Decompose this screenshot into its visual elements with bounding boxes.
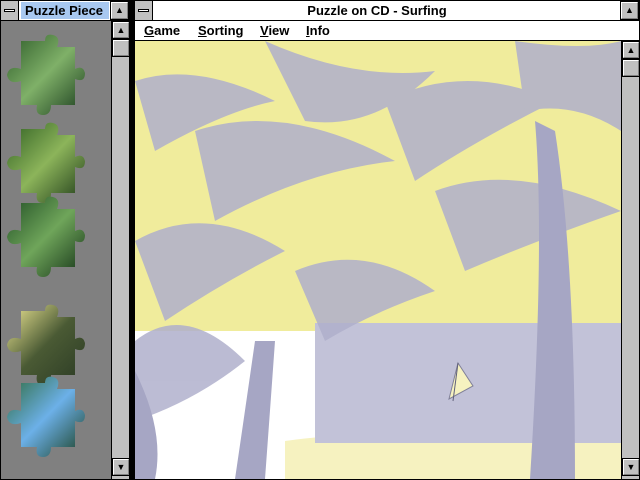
pieces-vertical-scrollbar[interactable]: ▲ ▼ <box>111 21 130 479</box>
puzzle-image <box>135 41 621 479</box>
menu-sorting-accel: S <box>198 23 207 38</box>
menu-info-rest: nfo <box>309 23 330 38</box>
main-scroll-down-button[interactable]: ▼ <box>622 458 640 476</box>
pieces-tray <box>1 21 111 461</box>
puzzle-board[interactable] <box>135 41 621 479</box>
scroll-up-icon: ▲ <box>626 45 636 55</box>
pieces-titlebar[interactable]: Puzzle Piece ▲ <box>1 1 129 21</box>
scroll-up-icon: ▲ <box>116 25 126 35</box>
pieces-window-title: Puzzle Piece <box>25 3 104 18</box>
menu-sorting[interactable]: Sorting <box>198 23 244 38</box>
menu-sorting-rest: orting <box>206 23 244 38</box>
main-scroll-thumb[interactable] <box>622 59 640 77</box>
scroll-down-icon: ▼ <box>626 462 636 472</box>
maximize-icon: ▲ <box>625 5 634 15</box>
menu-game-rest: ame <box>154 23 181 38</box>
pieces-svg <box>7 34 85 457</box>
pieces-scroll-up-button[interactable]: ▲ <box>112 21 130 39</box>
main-titlebar[interactable]: Puzzle on CD - Surfing ▲ <box>135 1 639 21</box>
main-maximize-button[interactable]: ▲ <box>620 1 639 20</box>
main-scroll-up-button[interactable]: ▲ <box>622 41 640 59</box>
menu-info[interactable]: Info <box>306 23 330 38</box>
pieces-minimize-button[interactable]: ▲ <box>110 1 129 20</box>
puzzle-piece[interactable] <box>7 34 85 115</box>
pieces-scroll-thumb[interactable] <box>112 39 130 57</box>
menu-view-rest: iew <box>268 23 290 38</box>
pieces-system-menu-icon[interactable] <box>1 1 19 20</box>
puzzle-main-window: Puzzle on CD - Surfing ▲ Game Sorting Vi… <box>134 0 640 480</box>
puzzle-pieces-window: Puzzle Piece ▲ ▲ ▼ <box>0 0 130 480</box>
puzzle-piece[interactable] <box>7 376 85 457</box>
menu-bar: Game Sorting View Info <box>135 21 639 41</box>
scroll-down-icon: ▼ <box>116 462 126 472</box>
minimize-icon: ▲ <box>115 5 124 15</box>
menu-view[interactable]: View <box>260 23 289 38</box>
menu-game[interactable]: Game <box>144 23 180 38</box>
menu-game-accel: G <box>144 23 155 38</box>
main-window-title: Puzzle on CD - Surfing <box>307 3 447 18</box>
main-vertical-scrollbar[interactable]: ▲ ▼ <box>621 41 640 479</box>
puzzle-piece[interactable] <box>7 304 85 385</box>
pieces-scroll-down-button[interactable]: ▼ <box>112 458 130 476</box>
puzzle-piece[interactable] <box>7 196 85 277</box>
puzzle-piece[interactable] <box>7 122 85 203</box>
